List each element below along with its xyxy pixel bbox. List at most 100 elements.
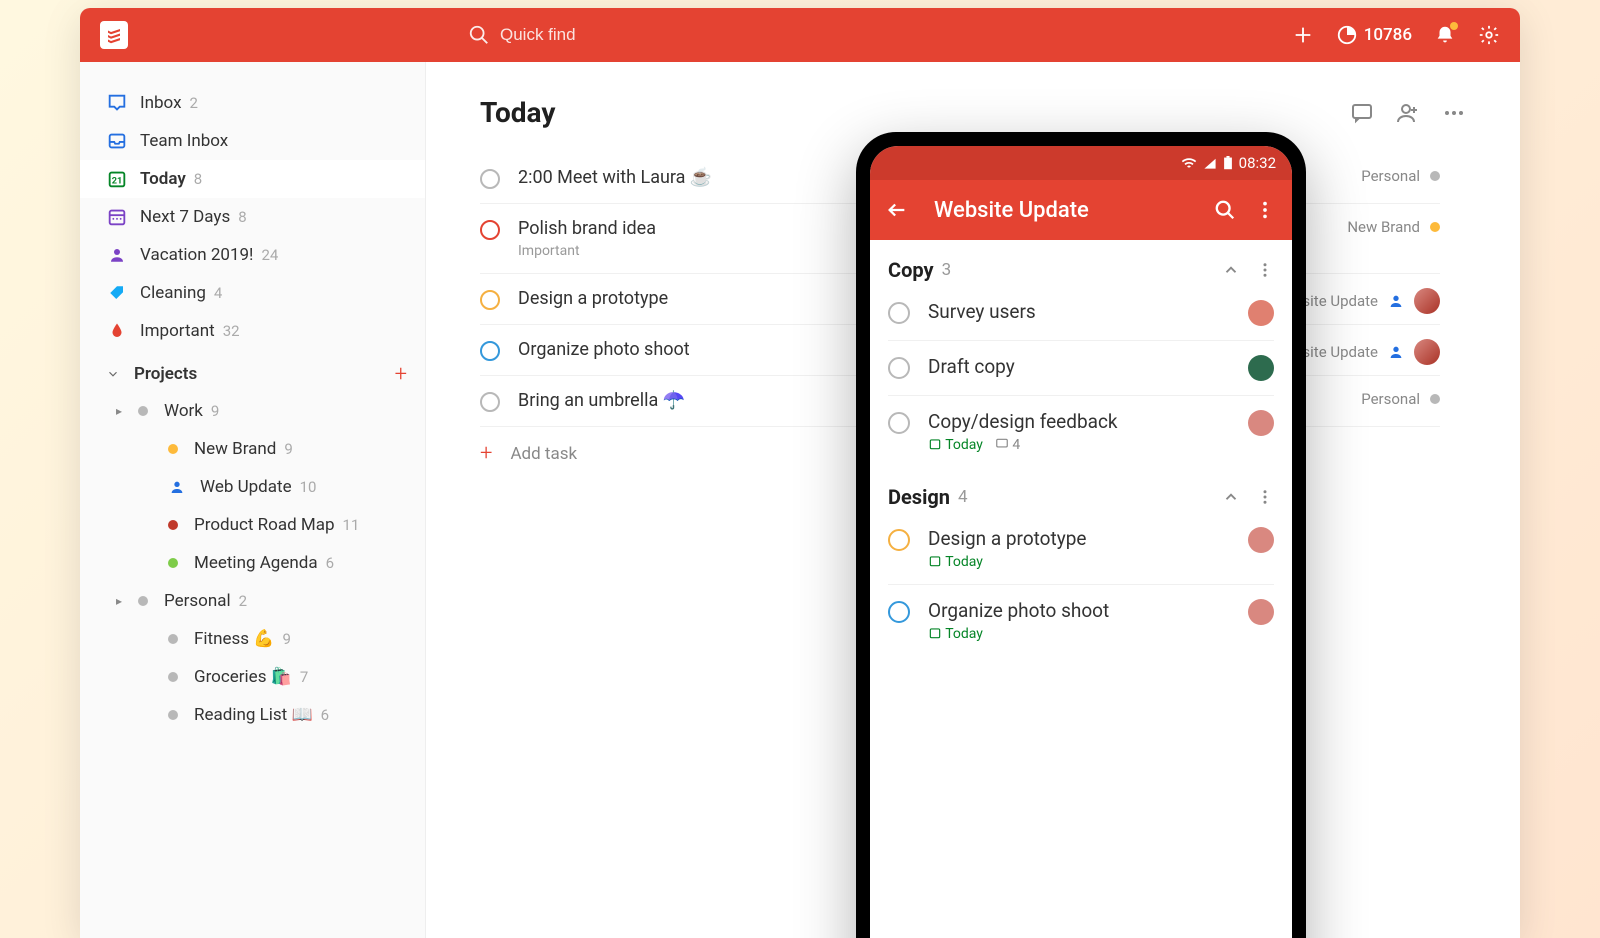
- main-header: Today: [480, 96, 1466, 129]
- add-task-button[interactable]: [1292, 24, 1314, 46]
- project-count: 10: [300, 478, 317, 496]
- phone-section-header[interactable]: Design 4: [888, 485, 1274, 509]
- phone-search-button[interactable]: [1214, 199, 1236, 221]
- sidebar-item-team-inbox[interactable]: Team Inbox: [80, 122, 425, 160]
- task-checkbox[interactable]: [888, 302, 910, 324]
- task-checkbox[interactable]: [480, 290, 500, 310]
- project-group[interactable]: ▸Work9: [80, 392, 425, 430]
- comments-button[interactable]: [1350, 101, 1374, 125]
- section-count: 4: [958, 487, 968, 507]
- phone-task-meta: Today: [928, 626, 1248, 642]
- sidebar-label: Important: [140, 321, 215, 341]
- project-item[interactable]: Product Road Map11: [80, 506, 425, 544]
- sidebar-item-inbox[interactable]: Inbox 2: [80, 84, 425, 122]
- task-meta[interactable]: New Brand: [1347, 218, 1440, 236]
- project-item[interactable]: Fitness 💪9: [80, 620, 425, 658]
- share-button[interactable]: [1396, 101, 1420, 125]
- sidebar-label: Team Inbox: [140, 131, 228, 151]
- svg-text:21: 21: [112, 177, 123, 187]
- project-group[interactable]: ▸Personal2: [80, 582, 425, 620]
- task-checkbox[interactable]: [888, 601, 910, 623]
- search-icon: [1214, 199, 1236, 221]
- task-title: Design a prototype: [928, 527, 1248, 550]
- inbox-icon: [106, 92, 128, 114]
- add-project-button[interactable]: +: [395, 362, 407, 387]
- phone-task-row[interactable]: Copy/design feedback Today 4: [888, 396, 1274, 467]
- task-meta[interactable]: Personal: [1361, 390, 1440, 408]
- task-checkbox[interactable]: [480, 220, 500, 240]
- sidebar-label: Cleaning: [140, 283, 206, 303]
- task-checkbox[interactable]: [888, 357, 910, 379]
- main-content: Today 2:00 Meet with Laura ☕PersonalPoli…: [426, 62, 1520, 938]
- project-label: Fitness 💪: [194, 629, 274, 649]
- phone-task-row[interactable]: Draft copy: [888, 341, 1274, 396]
- project-label: New Brand: [194, 439, 276, 459]
- phone-task-row[interactable]: Survey users: [888, 286, 1274, 341]
- search-icon: [468, 24, 490, 46]
- phone-task-row[interactable]: Organize photo shoot Today: [888, 585, 1274, 656]
- project-dot: [138, 596, 148, 606]
- app-logo[interactable]: [100, 21, 128, 49]
- project-count: 6: [321, 706, 329, 724]
- project-dot: [168, 634, 178, 644]
- task-checkbox[interactable]: [480, 392, 500, 412]
- chevron-right-icon: ▸: [116, 594, 128, 608]
- productivity-button[interactable]: 10786: [1336, 24, 1412, 46]
- task-checkbox[interactable]: [480, 169, 500, 189]
- back-button[interactable]: [886, 199, 908, 221]
- project-dot: [168, 558, 178, 568]
- avatar: [1248, 599, 1274, 625]
- phone-task-row[interactable]: Design a prototype Today: [888, 513, 1274, 585]
- wifi-icon: [1181, 157, 1197, 169]
- projects-label: Projects: [134, 364, 197, 384]
- chevron-up-icon[interactable]: [1222, 261, 1240, 279]
- sidebar-item-today[interactable]: 21 Today 8: [80, 160, 425, 198]
- signal-icon: [1203, 157, 1217, 169]
- task-project-label: Personal: [1361, 390, 1420, 408]
- project-dot: [1430, 394, 1440, 404]
- sidebar-item-next7days[interactable]: Next 7 Days 8: [80, 198, 425, 236]
- task-checkbox[interactable]: [888, 412, 910, 434]
- project-dot: [168, 672, 178, 682]
- search-area[interactable]: [468, 24, 1292, 46]
- phone-more-button[interactable]: [1254, 199, 1276, 221]
- todoist-logo-icon: [105, 26, 123, 44]
- sidebar-item-important[interactable]: Important 32: [80, 312, 425, 350]
- more-menu-button[interactable]: [1442, 101, 1466, 125]
- task-checkbox[interactable]: [480, 341, 500, 361]
- projects-header[interactable]: Projects +: [80, 350, 425, 392]
- project-item[interactable]: Meeting Agenda6: [80, 544, 425, 582]
- project-item[interactable]: Web Update 10: [80, 468, 425, 506]
- topbar-actions: 10786: [1292, 24, 1500, 46]
- karma-score: 10786: [1364, 25, 1412, 45]
- section-count: 3: [942, 260, 952, 280]
- project-label: Web Update: [200, 477, 292, 497]
- sidebar-count: 24: [261, 246, 278, 264]
- plus-icon: [1292, 24, 1314, 46]
- section-name: Design: [888, 485, 950, 509]
- notifications-button[interactable]: [1434, 24, 1456, 46]
- productivity-icon: [1336, 24, 1358, 46]
- project-dot: [168, 520, 178, 530]
- sidebar-item-vacation[interactable]: Vacation 2019! 24: [80, 236, 425, 274]
- task-meta[interactable]: Personal: [1361, 167, 1440, 185]
- search-input[interactable]: [500, 25, 800, 45]
- chevron-up-icon[interactable]: [1222, 488, 1240, 506]
- chat-icon: [1350, 101, 1374, 125]
- phone-section-header[interactable]: Copy3: [888, 258, 1274, 282]
- chevron-down-icon: [106, 367, 120, 381]
- sidebar-label: Vacation 2019!: [140, 245, 253, 265]
- tag-icon: [106, 282, 128, 304]
- avatar: [1248, 527, 1274, 553]
- more-vertical-icon[interactable]: [1256, 261, 1274, 279]
- phone-screen: 08:32 Website Update Copy3Survey usersDr…: [870, 146, 1292, 938]
- project-item[interactable]: Groceries 🛍️7: [80, 658, 425, 696]
- project-item[interactable]: New Brand9: [80, 430, 425, 468]
- sidebar-item-cleaning[interactable]: Cleaning 4: [80, 274, 425, 312]
- task-checkbox[interactable]: [888, 529, 910, 551]
- sidebar-label: Next 7 Days: [140, 207, 230, 227]
- more-vertical-icon[interactable]: [1256, 488, 1274, 506]
- settings-button[interactable]: [1478, 24, 1500, 46]
- project-item[interactable]: Reading List 📖6: [80, 696, 425, 734]
- sidebar-count: 4: [214, 284, 222, 302]
